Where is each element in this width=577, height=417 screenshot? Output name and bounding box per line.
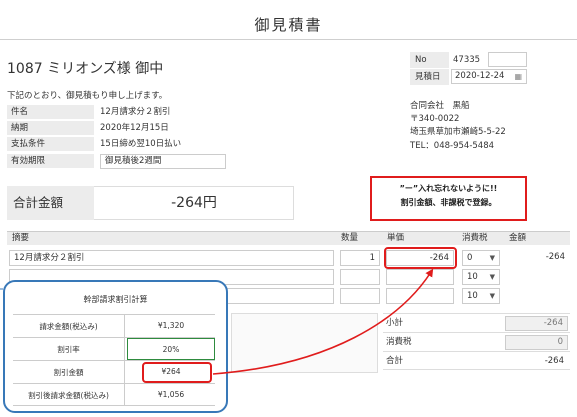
arrow-connector	[0, 268, 434, 375]
